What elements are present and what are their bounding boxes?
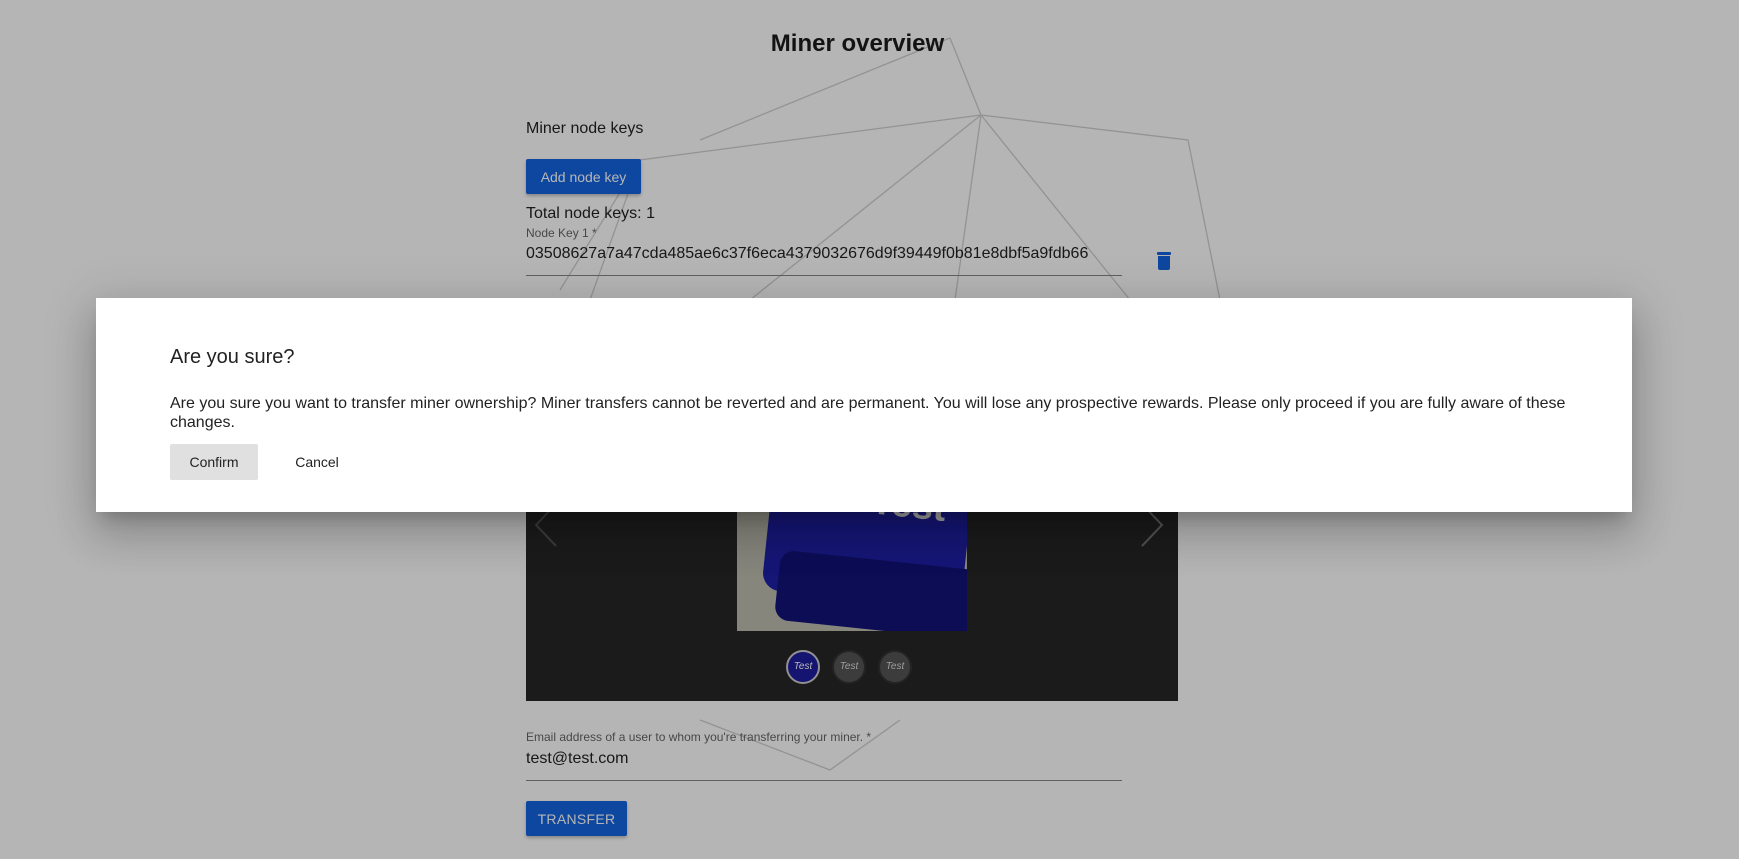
- cancel-button[interactable]: Cancel: [274, 444, 360, 480]
- dialog-message: Are you sure you want to transfer miner …: [170, 395, 1566, 431]
- confirm-dialog: Are you sure? Are you sure you want to t…: [96, 298, 1632, 512]
- dialog-title: Are you sure?: [170, 346, 295, 368]
- confirm-button[interactable]: Confirm: [170, 444, 258, 480]
